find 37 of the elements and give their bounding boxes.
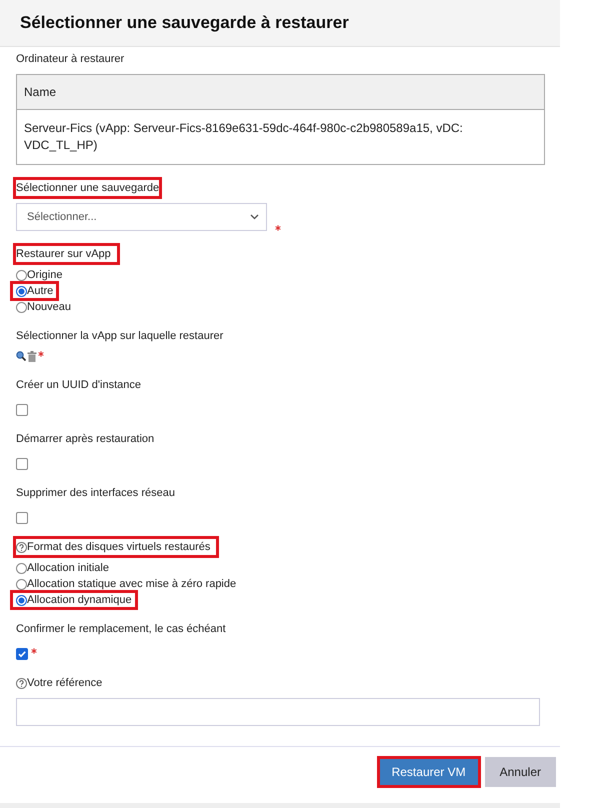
option-label[interactable]: Allocation initiale <box>27 562 109 574</box>
field-label: Supprimer des interfaces réseau <box>15 486 176 501</box>
field-label: Restaurer sur vApp <box>16 248 111 260</box>
reference-input[interactable] <box>16 698 540 726</box>
option-label[interactable]: Autre <box>27 285 54 297</box>
field-label: Sélectionner une sauvegarde <box>13 177 162 199</box>
field-label: Démarrer après restauration <box>15 432 156 447</box>
field-label: Format des disques virtuels restaurés <box>27 541 210 553</box>
dialog-title: Sélectionner une sauvegarde à restaurer <box>20 13 349 33</box>
cancel-button[interactable]: Annuler <box>484 757 556 787</box>
option-label[interactable]: Allocation statique avec mise à zéro rapide <box>27 578 236 590</box>
radio-button[interactable] <box>16 286 27 296</box>
option-label[interactable]: Origine <box>27 269 62 281</box>
radio-button[interactable] <box>16 302 27 312</box>
chevron-down-icon <box>250 214 259 220</box>
field-label: Votre référence <box>27 677 102 689</box>
checkbox[interactable] <box>16 404 28 416</box>
field-label: Sélectionner la vApp sur laquelle restaurer <box>15 329 224 344</box>
option-label[interactable]: Allocation dynamique <box>27 594 132 606</box>
radio-button[interactable] <box>16 562 27 574</box>
option-label[interactable]: Nouveau <box>27 301 72 313</box>
column-header: Name <box>16 74 544 110</box>
checkbox[interactable] <box>16 458 28 470</box>
radio-button[interactable] <box>16 594 27 606</box>
radio-button[interactable] <box>16 578 27 590</box>
help-icon[interactable] <box>16 678 27 688</box>
checkbox[interactable] <box>16 512 28 524</box>
backup-dropdown[interactable]: Sélectionner... <box>16 203 267 231</box>
help-icon[interactable] <box>16 542 27 552</box>
field-label: Ordinateur à restaurer <box>15 52 126 67</box>
checkbox[interactable] <box>16 648 28 660</box>
table-cell: Serveur-Fics (vApp: Serveur-Fics-8169e631-59dc-464f-980c-c2b980589a15, vDC: VDC_TL_HP) <box>16 110 544 164</box>
field-label: Confirmer le remplacement, le cas échéant <box>15 622 227 637</box>
restore-button[interactable]: Restaurer VM <box>376 756 481 788</box>
field-label: Créer un UUID d'instance <box>15 378 142 393</box>
radio-button[interactable] <box>16 270 27 280</box>
search-icon[interactable] <box>16 351 26 361</box>
